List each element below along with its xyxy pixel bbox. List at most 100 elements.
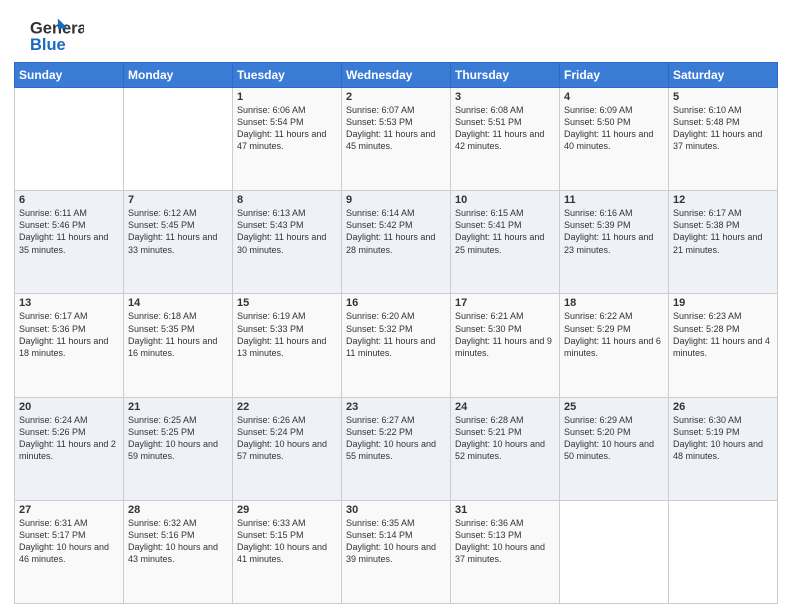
calendar-cell: 24Sunrise: 6:28 AMSunset: 5:21 PMDayligh… (451, 397, 560, 500)
day-info: Sunrise: 6:11 AMSunset: 5:46 PMDaylight:… (19, 207, 119, 256)
day-number: 7 (128, 194, 228, 206)
day-number: 12 (673, 194, 773, 206)
day-number: 31 (455, 504, 555, 516)
day-info: Sunrise: 6:12 AMSunset: 5:45 PMDaylight:… (128, 207, 228, 256)
day-info: Sunrise: 6:13 AMSunset: 5:43 PMDaylight:… (237, 207, 337, 256)
day-info: Sunrise: 6:27 AMSunset: 5:22 PMDaylight:… (346, 414, 446, 463)
day-number: 26 (673, 401, 773, 413)
day-info: Sunrise: 6:22 AMSunset: 5:29 PMDaylight:… (564, 310, 664, 359)
day-number: 27 (19, 504, 119, 516)
calendar-cell: 8Sunrise: 6:13 AMSunset: 5:43 PMDaylight… (233, 191, 342, 294)
day-info: Sunrise: 6:15 AMSunset: 5:41 PMDaylight:… (455, 207, 555, 256)
calendar-day-header: Friday (560, 63, 669, 88)
day-info: Sunrise: 6:31 AMSunset: 5:17 PMDaylight:… (19, 517, 119, 566)
calendar-cell: 7Sunrise: 6:12 AMSunset: 5:45 PMDaylight… (124, 191, 233, 294)
logo: General Blue (14, 16, 84, 54)
calendar-day-header: Sunday (15, 63, 124, 88)
calendar-cell: 10Sunrise: 6:15 AMSunset: 5:41 PMDayligh… (451, 191, 560, 294)
calendar-cell: 11Sunrise: 6:16 AMSunset: 5:39 PMDayligh… (560, 191, 669, 294)
day-number: 4 (564, 91, 664, 103)
calendar-cell: 1Sunrise: 6:06 AMSunset: 5:54 PMDaylight… (233, 88, 342, 191)
day-info: Sunrise: 6:16 AMSunset: 5:39 PMDaylight:… (564, 207, 664, 256)
day-number: 18 (564, 297, 664, 309)
day-number: 23 (346, 401, 446, 413)
day-info: Sunrise: 6:20 AMSunset: 5:32 PMDaylight:… (346, 310, 446, 359)
calendar-cell: 3Sunrise: 6:08 AMSunset: 5:51 PMDaylight… (451, 88, 560, 191)
calendar-table: SundayMondayTuesdayWednesdayThursdayFrid… (14, 62, 778, 604)
day-info: Sunrise: 6:35 AMSunset: 5:14 PMDaylight:… (346, 517, 446, 566)
day-number: 28 (128, 504, 228, 516)
calendar-week-row: 6Sunrise: 6:11 AMSunset: 5:46 PMDaylight… (15, 191, 778, 294)
calendar-cell (669, 500, 778, 603)
day-info: Sunrise: 6:30 AMSunset: 5:19 PMDaylight:… (673, 414, 773, 463)
day-number: 6 (19, 194, 119, 206)
day-number: 5 (673, 91, 773, 103)
day-info: Sunrise: 6:25 AMSunset: 5:25 PMDaylight:… (128, 414, 228, 463)
calendar-cell: 30Sunrise: 6:35 AMSunset: 5:14 PMDayligh… (342, 500, 451, 603)
calendar-week-row: 20Sunrise: 6:24 AMSunset: 5:26 PMDayligh… (15, 397, 778, 500)
day-number: 25 (564, 401, 664, 413)
day-number: 29 (237, 504, 337, 516)
day-info: Sunrise: 6:19 AMSunset: 5:33 PMDaylight:… (237, 310, 337, 359)
logo-icon: General Blue (14, 16, 84, 54)
day-info: Sunrise: 6:17 AMSunset: 5:36 PMDaylight:… (19, 310, 119, 359)
day-number: 8 (237, 194, 337, 206)
day-number: 21 (128, 401, 228, 413)
calendar-day-header: Wednesday (342, 63, 451, 88)
day-info: Sunrise: 6:10 AMSunset: 5:48 PMDaylight:… (673, 104, 773, 153)
day-number: 22 (237, 401, 337, 413)
calendar-cell: 21Sunrise: 6:25 AMSunset: 5:25 PMDayligh… (124, 397, 233, 500)
page: General Blue SundayMondayTuesdayWednesda… (0, 0, 792, 612)
day-number: 9 (346, 194, 446, 206)
calendar-cell (560, 500, 669, 603)
calendar-header-row: SundayMondayTuesdayWednesdayThursdayFrid… (15, 63, 778, 88)
svg-text:Blue: Blue (30, 36, 66, 54)
day-number: 15 (237, 297, 337, 309)
calendar-day-header: Saturday (669, 63, 778, 88)
day-number: 17 (455, 297, 555, 309)
calendar-cell: 13Sunrise: 6:17 AMSunset: 5:36 PMDayligh… (15, 294, 124, 397)
calendar-cell: 4Sunrise: 6:09 AMSunset: 5:50 PMDaylight… (560, 88, 669, 191)
day-info: Sunrise: 6:26 AMSunset: 5:24 PMDaylight:… (237, 414, 337, 463)
day-info: Sunrise: 6:29 AMSunset: 5:20 PMDaylight:… (564, 414, 664, 463)
calendar-cell: 25Sunrise: 6:29 AMSunset: 5:20 PMDayligh… (560, 397, 669, 500)
calendar-cell (124, 88, 233, 191)
day-info: Sunrise: 6:21 AMSunset: 5:30 PMDaylight:… (455, 310, 555, 359)
calendar-week-row: 13Sunrise: 6:17 AMSunset: 5:36 PMDayligh… (15, 294, 778, 397)
calendar-cell: 22Sunrise: 6:26 AMSunset: 5:24 PMDayligh… (233, 397, 342, 500)
calendar-day-header: Monday (124, 63, 233, 88)
calendar-cell: 14Sunrise: 6:18 AMSunset: 5:35 PMDayligh… (124, 294, 233, 397)
day-number: 19 (673, 297, 773, 309)
calendar-cell: 31Sunrise: 6:36 AMSunset: 5:13 PMDayligh… (451, 500, 560, 603)
header: General Blue (14, 12, 778, 54)
calendar-cell: 2Sunrise: 6:07 AMSunset: 5:53 PMDaylight… (342, 88, 451, 191)
calendar-day-header: Thursday (451, 63, 560, 88)
day-info: Sunrise: 6:07 AMSunset: 5:53 PMDaylight:… (346, 104, 446, 153)
calendar-cell: 6Sunrise: 6:11 AMSunset: 5:46 PMDaylight… (15, 191, 124, 294)
calendar-day-header: Tuesday (233, 63, 342, 88)
day-info: Sunrise: 6:24 AMSunset: 5:26 PMDaylight:… (19, 414, 119, 463)
day-number: 16 (346, 297, 446, 309)
calendar-cell: 5Sunrise: 6:10 AMSunset: 5:48 PMDaylight… (669, 88, 778, 191)
calendar-cell: 26Sunrise: 6:30 AMSunset: 5:19 PMDayligh… (669, 397, 778, 500)
day-number: 30 (346, 504, 446, 516)
calendar-cell: 20Sunrise: 6:24 AMSunset: 5:26 PMDayligh… (15, 397, 124, 500)
calendar-cell: 18Sunrise: 6:22 AMSunset: 5:29 PMDayligh… (560, 294, 669, 397)
calendar-cell: 12Sunrise: 6:17 AMSunset: 5:38 PMDayligh… (669, 191, 778, 294)
day-number: 11 (564, 194, 664, 206)
calendar-cell: 29Sunrise: 6:33 AMSunset: 5:15 PMDayligh… (233, 500, 342, 603)
calendar-week-row: 27Sunrise: 6:31 AMSunset: 5:17 PMDayligh… (15, 500, 778, 603)
day-info: Sunrise: 6:28 AMSunset: 5:21 PMDaylight:… (455, 414, 555, 463)
day-number: 14 (128, 297, 228, 309)
calendar-cell: 27Sunrise: 6:31 AMSunset: 5:17 PMDayligh… (15, 500, 124, 603)
day-number: 20 (19, 401, 119, 413)
day-number: 2 (346, 91, 446, 103)
svg-text:General: General (30, 20, 84, 38)
calendar-cell: 28Sunrise: 6:32 AMSunset: 5:16 PMDayligh… (124, 500, 233, 603)
day-number: 24 (455, 401, 555, 413)
day-info: Sunrise: 6:06 AMSunset: 5:54 PMDaylight:… (237, 104, 337, 153)
day-number: 13 (19, 297, 119, 309)
day-number: 10 (455, 194, 555, 206)
day-info: Sunrise: 6:36 AMSunset: 5:13 PMDaylight:… (455, 517, 555, 566)
day-info: Sunrise: 6:17 AMSunset: 5:38 PMDaylight:… (673, 207, 773, 256)
